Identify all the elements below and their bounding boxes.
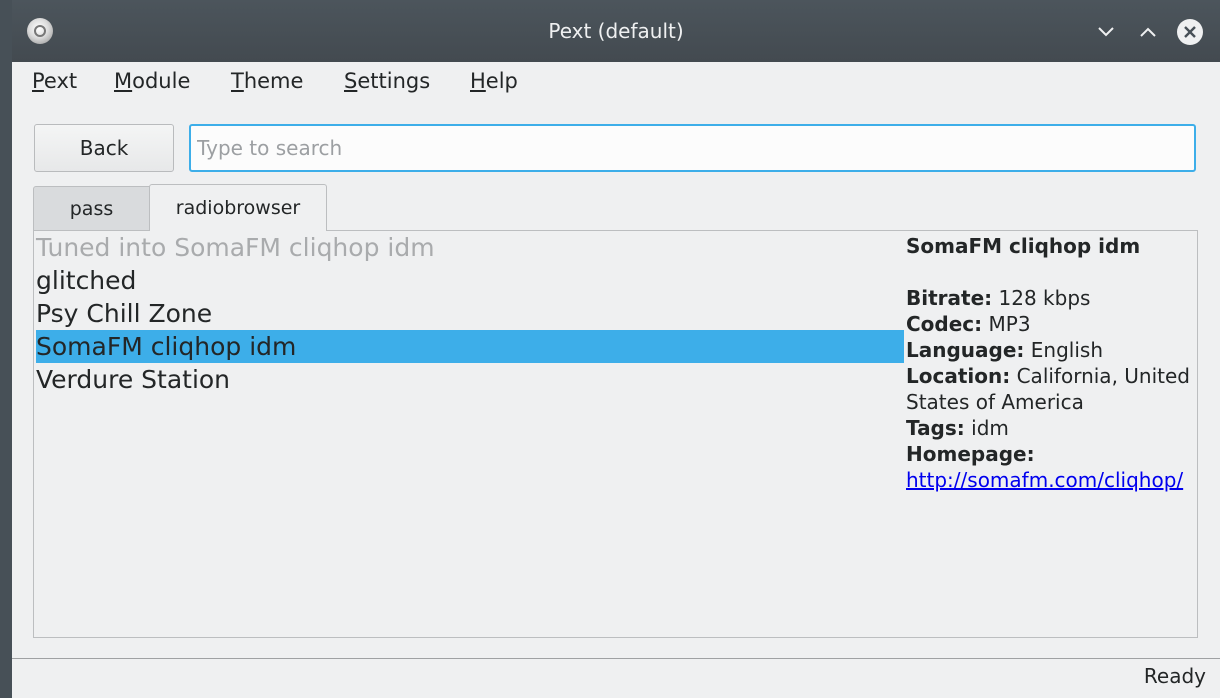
list-header: Tuned into SomaFM cliqhop idm — [36, 233, 435, 262]
info-location: Location: California, United States of A… — [906, 364, 1190, 414]
info-bitrate: Bitrate: 128 kbps — [906, 286, 1091, 310]
window-title: Pext (default) — [548, 19, 684, 43]
menu-settings[interactable]: Settings — [344, 69, 430, 93]
station-info: SomaFM cliqhop idm Bitrate: 128 kbps Cod… — [906, 231, 1196, 493]
chevron-down-icon — [1098, 27, 1114, 37]
status-text: Ready — [1143, 664, 1206, 688]
list-item-selected[interactable]: SomaFM cliqhop idm — [36, 330, 904, 363]
station-name: SomaFM cliqhop idm — [906, 234, 1141, 258]
menu-pext[interactable]: Pext — [32, 69, 77, 93]
chevron-up-icon — [1140, 27, 1156, 37]
list-item[interactable]: Psy Chill Zone — [36, 297, 904, 330]
menu-module[interactable]: Module — [114, 69, 190, 93]
tab-radiobrowser[interactable]: radiobrowser — [149, 184, 327, 231]
status-separator — [12, 658, 1220, 659]
menu-theme[interactable]: Theme — [231, 69, 303, 93]
back-button[interactable]: Back — [34, 124, 174, 172]
menu-help[interactable]: Help — [470, 69, 518, 93]
info-tags: Tags: idm — [906, 416, 1009, 440]
search-input[interactable] — [189, 124, 1196, 172]
info-codec: Codec: MP3 — [906, 312, 1031, 336]
close-icon — [1177, 19, 1203, 45]
station-list[interactable]: Tuned into SomaFM cliqhop idm glitched P… — [34, 231, 904, 637]
list-item[interactable]: Verdure Station — [36, 363, 904, 396]
info-language: Language: English — [906, 338, 1103, 362]
app-window: Pext (default) Pext Module Theme Setting… — [12, 0, 1220, 698]
info-homepage: Homepage: http://somafm.com/cliqhop/ — [906, 442, 1184, 492]
tab-pass[interactable]: pass — [33, 186, 150, 230]
maximize-button[interactable] — [1134, 18, 1162, 46]
homepage-link[interactable]: http://somafm.com/cliqhop/ — [906, 468, 1183, 492]
close-button[interactable] — [1176, 18, 1204, 46]
minimize-button[interactable] — [1092, 18, 1120, 46]
menu-bar: Pext Module Theme Settings Help — [12, 62, 1220, 100]
list-item[interactable]: glitched — [36, 264, 904, 297]
content-panel: Tuned into SomaFM cliqhop idm glitched P… — [33, 230, 1198, 638]
title-bar[interactable]: Pext (default) — [12, 0, 1220, 62]
